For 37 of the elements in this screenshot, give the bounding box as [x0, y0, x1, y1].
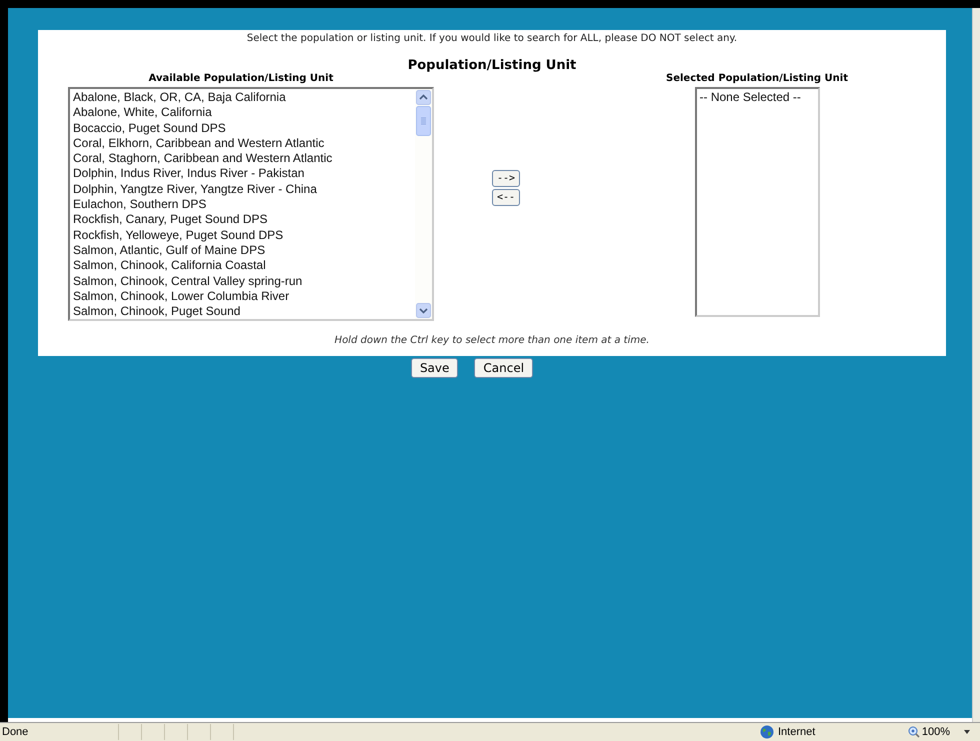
zoom-control[interactable]: 100%: [908, 726, 970, 738]
scroll-down-icon[interactable]: [416, 303, 431, 318]
list-option[interactable]: Salmon, Chinook, Lower Columbia River: [73, 288, 412, 304]
available-list[interactable]: [68, 87, 434, 321]
list-heading: Available Population/Listing Unit: [148, 73, 334, 84]
list-option[interactable]: Coral, Elkhorn, Caribbean and Western Atlantic: [73, 136, 412, 152]
list-option[interactable]: Bocaccio, Puget Sound DPS: [73, 120, 412, 136]
list-option[interactable]: Rockfish, Canary, Puget Sound DPS: [73, 212, 412, 228]
selected-list[interactable]: -- None Selected --: [694, 87, 820, 317]
globe-icon: [760, 725, 774, 739]
list-option[interactable]: Salmon, Chinook, California Coastal: [73, 258, 412, 274]
list-option[interactable]: Salmon, Chinook, Puget Sound: [73, 304, 412, 319]
move-button[interactable]: <--: [492, 189, 520, 206]
list-option[interactable]: Abalone, Black, OR, CA, Baja California: [73, 90, 412, 106]
form-button[interactable]: Save: [410, 358, 458, 378]
form-button[interactable]: Cancel: [474, 358, 534, 378]
caret-icon[interactable]: [964, 730, 970, 734]
list-heading: Selected Population/Listing Unit: [666, 73, 848, 84]
list-option[interactable]: Dolphin, Indus River, Indus River - Pakistan: [73, 166, 412, 182]
scroll-thumb[interactable]: [416, 106, 431, 136]
zone-text: Internet: [778, 726, 816, 738]
list-option[interactable]: Salmon, Chinook, Central Valley spring-run: [73, 274, 412, 289]
move-button[interactable]: -->: [492, 170, 520, 187]
list-option[interactable]: -- None Selected --: [700, 90, 814, 106]
list-option[interactable]: Abalone, White, California: [73, 105, 412, 121]
section-title: Population/Listing Unit: [406, 58, 578, 73]
status-text: Done: [1, 726, 30, 738]
list-option[interactable]: Rockfish, Yelloweye, Puget Sound DPS: [73, 228, 412, 243]
instruction-text: Select the population or listing unit. If you would like to search for ALL, please DO NOT select any.: [246, 33, 738, 44]
hint-text: Hold down the Ctrl key to select more than one item at a time.: [334, 335, 650, 346]
page-scrollbar[interactable]: [972, 8, 980, 722]
list-option[interactable]: Dolphin, Yangtze River, Yangtze River - China: [73, 182, 412, 198]
magnifier-icon: [908, 726, 920, 738]
list-option[interactable]: Coral, Staghorn, Caribbean and Western Atlantic: [73, 151, 412, 166]
scroll-up-icon[interactable]: [416, 90, 431, 105]
list-option[interactable]: Eulachon, Southern DPS: [73, 197, 412, 212]
list-option[interactable]: Salmon, Atlantic, Gulf of Maine DPS: [73, 242, 412, 258]
